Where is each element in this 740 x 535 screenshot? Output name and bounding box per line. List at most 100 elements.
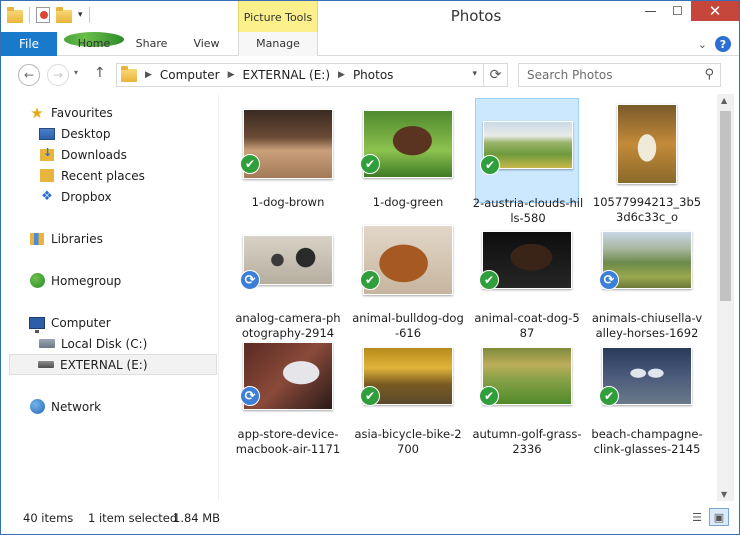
desktop-icon — [39, 127, 55, 140]
file-item[interactable]: 10577994213_3b53d6c33c_o — [593, 98, 701, 224]
qat-dropdown-icon[interactable]: ▾ — [78, 10, 83, 20]
nav-label: Downloads — [61, 147, 127, 162]
navigation-pane: ★ Favourites Desktop Downloads Recent pl… — [1, 94, 219, 501]
nav-label: Desktop — [61, 126, 111, 141]
nav-recent-places[interactable]: Recent places — [39, 165, 145, 186]
breadcrumb-external[interactable]: EXTERNAL (E:) — [243, 68, 331, 82]
downloads-icon — [40, 146, 54, 161]
breadcrumb-photos[interactable]: Photos — [353, 68, 393, 82]
window-title: Photos — [450, 7, 502, 25]
ribbon-tabs: File Home Share View Manage ⌄ ? — [1, 32, 739, 56]
dropbox-icon: ❖ — [41, 189, 53, 204]
nav-label: Network — [51, 399, 102, 414]
back-button[interactable]: ← — [18, 64, 40, 86]
scroll-up-icon[interactable]: ▲ — [721, 96, 727, 105]
up-button[interactable]: ↑ — [94, 65, 106, 81]
file-item[interactable]: ✔ animal-coat-dog-587 — [474, 214, 580, 340]
maximize-button[interactable]: ☐ — [664, 1, 691, 21]
sync-ok-icon: ✔ — [360, 154, 380, 174]
nav-label: Dropbox — [61, 189, 112, 204]
file-item[interactable]: ✔ 2-austria-clouds-hills-580 — [473, 98, 583, 225]
file-item[interactable]: ⟳ app-store-device-macbook-air-1171 — [236, 330, 340, 456]
sync-ok-icon: ✔ — [240, 154, 260, 174]
file-item[interactable]: ✔ 1-dog-green — [356, 98, 460, 209]
file-item[interactable]: ✔ beach-champagne-clink-glasses-2145 — [591, 330, 703, 456]
expand-ribbon-icon[interactable]: ⌄ — [698, 38, 707, 51]
file-item[interactable]: ⟳ analog-camera-photography-2914 — [235, 214, 341, 340]
nav-label: Homegroup — [51, 273, 122, 288]
nav-homegroup[interactable]: Homegroup — [29, 270, 121, 291]
forward-button[interactable]: → — [47, 64, 69, 86]
navigation-bar: ← → ▾ ↑ ▶ Computer ▶ EXTERNAL (E:) ▶ Pho… — [1, 56, 739, 94]
recent-places-icon — [40, 169, 54, 182]
photo-thumbnail — [617, 104, 677, 184]
nav-dropbox[interactable]: ❖ Dropbox — [39, 186, 112, 207]
file-name: 1-dog-brown — [251, 195, 325, 209]
chevron-right-icon[interactable]: ▶ — [228, 70, 235, 80]
file-item[interactable]: ✔ 1-dog-brown — [236, 98, 340, 209]
quick-access-toolbar: ▾ — [7, 6, 90, 23]
file-name: 1-dog-green — [372, 195, 444, 209]
file-name: asia-bicycle-bike-2700 — [354, 427, 462, 456]
properties-icon[interactable] — [36, 7, 50, 23]
search-input[interactable] — [527, 68, 697, 82]
vertical-scrollbar[interactable]: ▲ ▼ — [717, 94, 734, 501]
details-view-icon[interactable]: ☰ — [687, 508, 707, 526]
sync-ok-icon: ✔ — [360, 386, 380, 406]
nav-favourites[interactable]: ★ Favourites — [29, 102, 113, 123]
network-icon — [29, 399, 45, 414]
tab-home[interactable]: Home — [64, 32, 124, 50]
sync-ok-icon: ✔ — [599, 386, 619, 406]
close-button[interactable]: ✕ — [691, 1, 739, 21]
sync-ok-icon: ✔ — [360, 270, 380, 290]
sync-ok-icon: ✔ — [480, 155, 500, 175]
computer-icon — [29, 316, 45, 333]
file-item[interactable]: ⟳ animals-chiusella-valley-horses-1692 — [592, 214, 702, 340]
title-bar: ▾ Picture Tools Photos — ☐ ✕ — [1, 1, 739, 32]
sync-pending-icon: ⟳ — [240, 270, 260, 290]
large-icons-view-icon[interactable]: ▣ — [709, 508, 729, 526]
picture-tools-label: Picture Tools — [238, 1, 318, 32]
scroll-down-icon[interactable]: ▼ — [721, 490, 727, 499]
nav-libraries[interactable]: Libraries — [29, 228, 103, 249]
chevron-right-icon[interactable]: ▶ — [145, 70, 152, 80]
explorer-window: ▾ Picture Tools Photos — ☐ ✕ File Home S… — [0, 0, 740, 535]
homegroup-icon — [29, 273, 45, 288]
recent-locations-icon[interactable]: ▾ — [74, 68, 78, 77]
file-list: ✔ 1-dog-brown ✔ 1-dog-green ✔ 2-austria-… — [220, 94, 717, 501]
file-item[interactable]: ✔ animal-bulldog-dog-616 — [352, 214, 464, 340]
local-disk-icon — [39, 339, 55, 348]
star-icon: ★ — [30, 103, 44, 122]
nav-desktop[interactable]: Desktop — [39, 123, 111, 144]
nav-external[interactable]: EXTERNAL (E:) — [9, 354, 217, 375]
sync-pending-icon: ⟳ — [240, 386, 260, 406]
tab-manage[interactable]: Manage — [238, 32, 318, 56]
chevron-right-icon[interactable]: ▶ — [338, 70, 345, 80]
nav-local-disk[interactable]: Local Disk (C:) — [39, 333, 147, 354]
nav-network[interactable]: Network — [29, 396, 101, 417]
minimize-button[interactable]: — — [637, 1, 664, 21]
nav-computer[interactable]: Computer — [29, 312, 111, 333]
item-count: 40 items — [23, 511, 74, 525]
status-bar: 40 items 1 item selected 1.84 MB ☰ ▣ — [1, 501, 739, 534]
search-box[interactable]: ⚲ — [518, 63, 721, 87]
tab-file[interactable]: File — [1, 32, 57, 56]
address-bar[interactable]: ▶ Computer ▶ EXTERNAL (E:) ▶ Photos ▾ ⟳ — [116, 63, 508, 87]
sync-ok-icon: ✔ — [479, 386, 499, 406]
tab-share[interactable]: Share — [124, 32, 179, 56]
search-icon[interactable]: ⚲ — [704, 67, 714, 82]
file-item[interactable]: ✔ autumn-golf-grass-2336 — [472, 330, 582, 456]
sync-pending-icon: ⟳ — [599, 270, 619, 290]
address-dropdown-icon[interactable]: ▾ — [472, 69, 477, 79]
file-item[interactable]: ✔ asia-bicycle-bike-2700 — [354, 330, 462, 456]
new-folder-icon[interactable] — [56, 6, 72, 23]
scrollbar-thumb[interactable] — [720, 111, 731, 301]
refresh-icon[interactable]: ⟳ — [483, 64, 507, 86]
nav-downloads[interactable]: Downloads — [39, 144, 127, 165]
selection-count: 1 item selected — [88, 511, 178, 525]
nav-label: EXTERNAL (E:) — [60, 357, 148, 372]
tab-view[interactable]: View — [179, 32, 234, 56]
folder-icon — [121, 65, 137, 82]
help-icon[interactable]: ? — [715, 36, 731, 52]
breadcrumb-computer[interactable]: Computer — [160, 68, 220, 82]
